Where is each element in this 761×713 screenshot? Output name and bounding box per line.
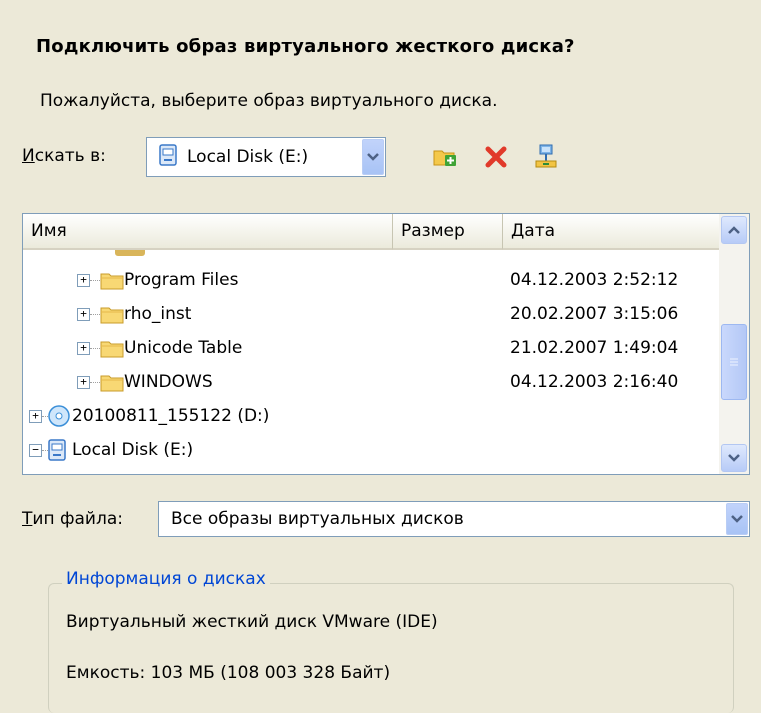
item-name: Program Files — [124, 270, 239, 290]
list-item[interactable]: + WINDOWS — [77, 365, 213, 399]
scroll-thumb[interactable] — [721, 324, 747, 400]
folder-icon — [115, 250, 145, 256]
file-list[interactable]: Имя Размер Дата + Program Files 04.12.20… — [22, 213, 750, 475]
chevron-down-icon[interactable] — [726, 503, 748, 535]
look-in-value: Local Disk (E:) — [187, 147, 309, 167]
item-date: 04.12.2003 2:16:40 — [510, 372, 679, 392]
column-header-size[interactable]: Размер — [393, 214, 503, 250]
expand-icon[interactable]: + — [77, 341, 90, 355]
list-item[interactable]: + Program Files — [77, 263, 238, 297]
item-date: 04.12.2003 2:52:12 — [510, 270, 679, 290]
list-item[interactable]: + 20100811_155122 (D:) — [29, 399, 269, 433]
scroll-down-button[interactable] — [721, 444, 747, 472]
network-icon[interactable] — [531, 142, 561, 172]
folder-icon — [100, 375, 124, 392]
item-date: 20.02.2007 3:15:06 — [510, 304, 679, 324]
list-item[interactable]: + rho_inst — [77, 297, 191, 331]
column-header-name[interactable]: Имя — [23, 214, 393, 250]
item-name: rho_inst — [124, 304, 192, 324]
file-type-dropdown[interactable]: Все образы виртуальных дисков — [158, 501, 750, 537]
file-type-label: Тип файла: — [22, 509, 123, 529]
local-disk-icon — [159, 144, 177, 170]
expand-icon[interactable]: + — [77, 375, 90, 389]
look-in-dropdown[interactable]: Local Disk (E:) — [146, 137, 386, 177]
folder-icon — [100, 273, 124, 290]
chevron-down-icon[interactable] — [362, 139, 384, 175]
vertical-scrollbar[interactable] — [719, 214, 749, 474]
delete-icon[interactable] — [481, 142, 511, 172]
item-name: 20100811_155122 (D:) — [72, 406, 270, 426]
column-header-date[interactable]: Дата — [503, 214, 721, 250]
item-name: Local Disk (E:) — [72, 440, 194, 460]
item-date: 21.02.2007 1:49:04 — [510, 338, 679, 358]
folder-icon — [100, 307, 124, 324]
item-name: WINDOWS — [124, 372, 213, 392]
scroll-up-button[interactable] — [721, 216, 747, 244]
folder-icon — [100, 341, 124, 358]
local-disk-icon — [48, 439, 66, 461]
cd-drive-icon — [48, 405, 70, 427]
dialog-subtitle: Пожалуйста, выберите образ виртуального … — [40, 91, 498, 111]
disk-type-text: Виртуальный жесткий диск VMware (IDE) — [66, 612, 438, 632]
collapse-icon[interactable]: − — [29, 443, 42, 457]
disk-info-group — [48, 583, 734, 713]
disk-capacity-text: Емкость: 103 МБ (108 003 328 Байт) — [66, 663, 391, 683]
file-type-value: Все образы виртуальных дисков — [171, 509, 464, 529]
expand-icon[interactable]: + — [77, 307, 90, 321]
expand-icon[interactable]: + — [77, 273, 90, 287]
list-item[interactable]: − Local Disk (E:) — [29, 433, 193, 467]
item-name: Unicode Table — [124, 338, 243, 358]
expand-icon[interactable]: + — [29, 409, 42, 423]
dialog-title: Подключить образ виртуального жесткого д… — [36, 36, 575, 57]
list-item[interactable]: + Unicode Table — [77, 331, 242, 365]
look-in-label: Искать в: — [22, 146, 106, 166]
disk-info-title: Информация о дисках — [62, 569, 270, 589]
new-folder-icon[interactable] — [430, 142, 460, 172]
